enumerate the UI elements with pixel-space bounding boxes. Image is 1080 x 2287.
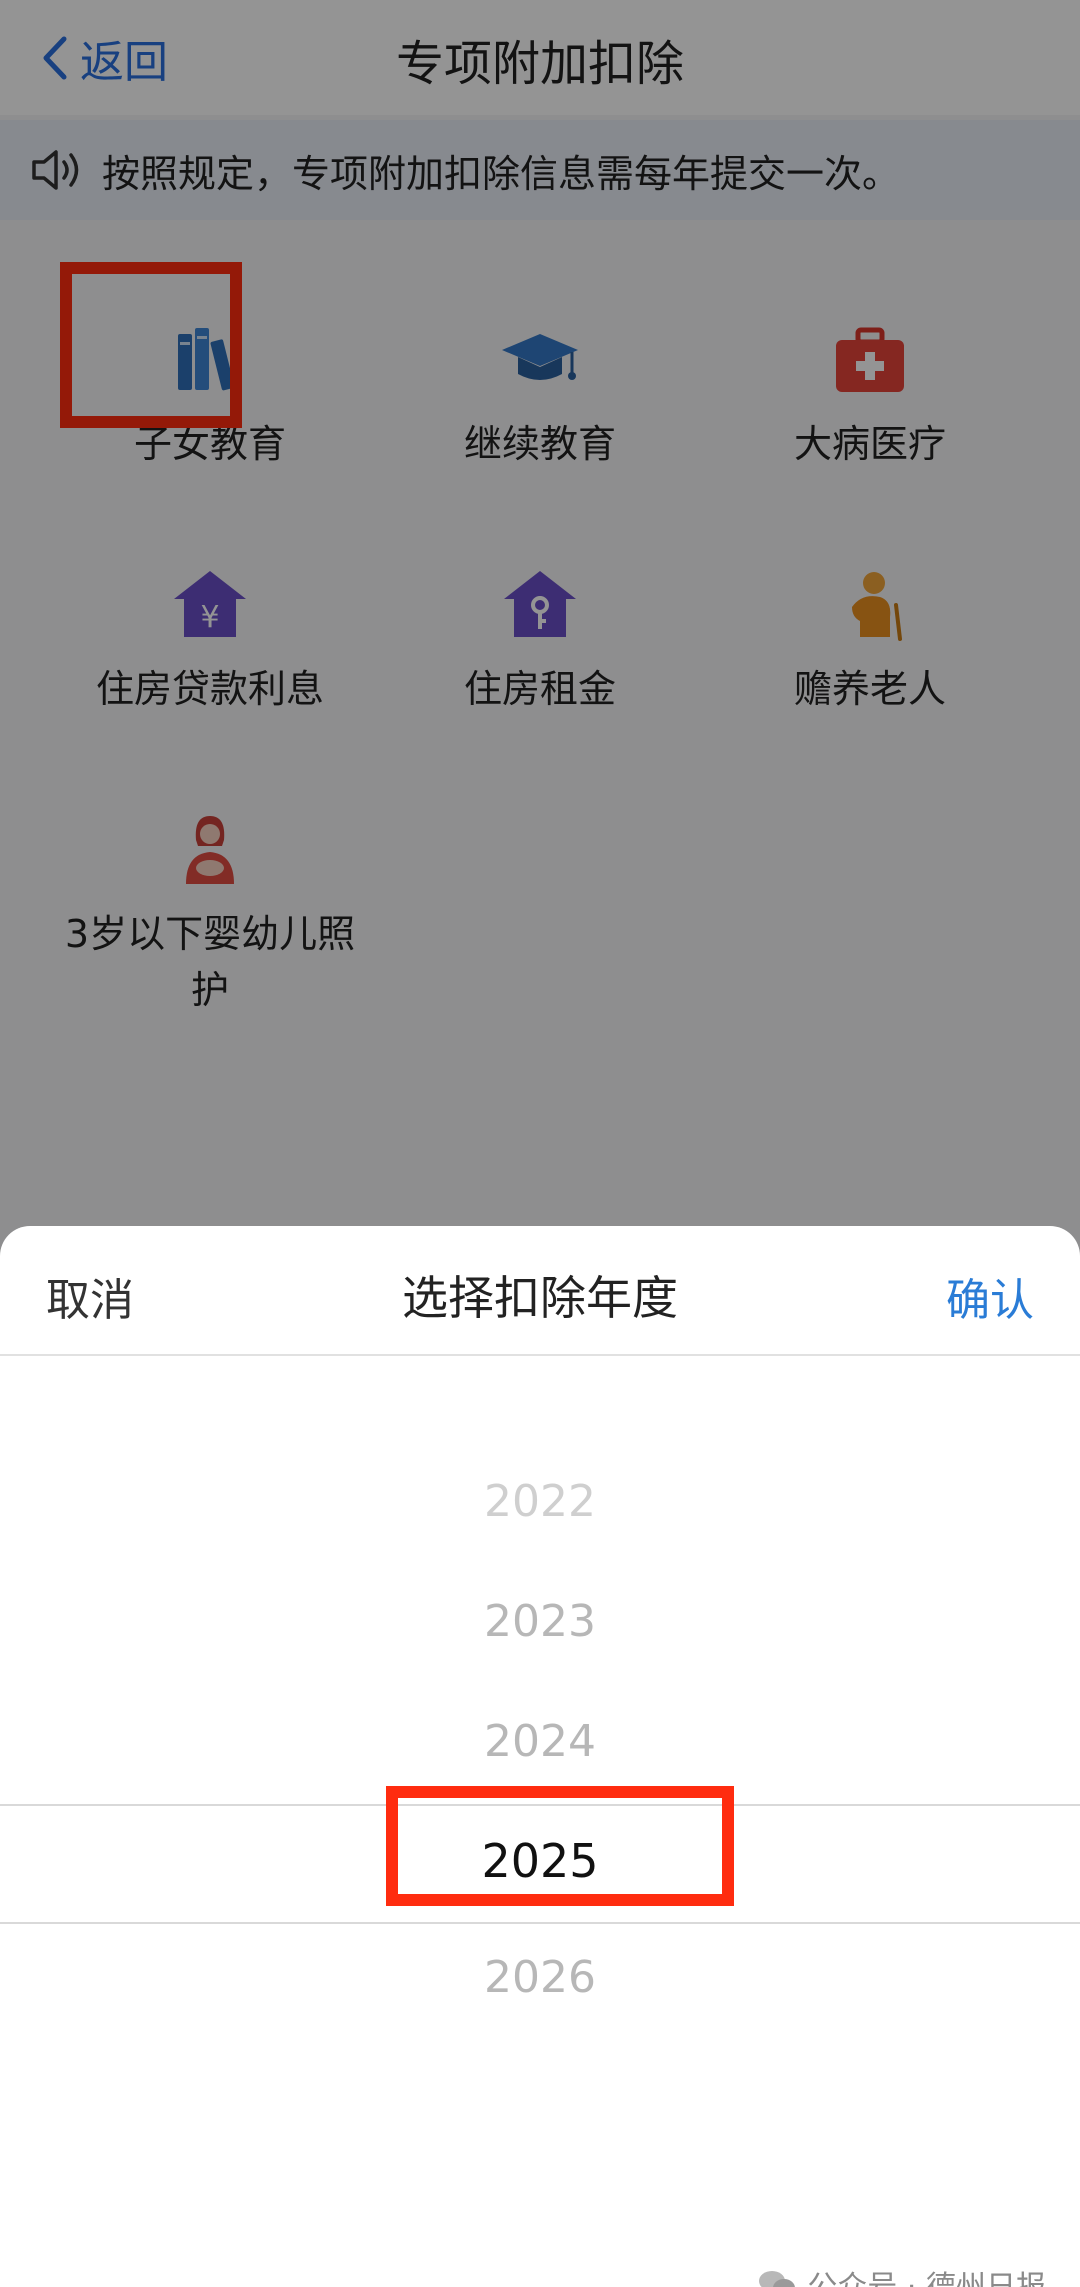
- confirm-button[interactable]: 确认: [946, 1264, 1034, 1328]
- picker-header: 取消 选择扣除年度 确认: [0, 1226, 1080, 1356]
- wechat-icon: [759, 2271, 796, 2287]
- watermark-text: 公众号 · 德州日报: [807, 2262, 1046, 2287]
- year-option[interactable]: 2024: [0, 1716, 1080, 1767]
- watermark: 公众号 · 德州日报: [757, 2262, 1046, 2287]
- year-option[interactable]: 2023: [0, 1596, 1080, 1647]
- year-option[interactable]: 2022: [0, 1476, 1080, 1527]
- selected-year-highlight-box: [386, 1786, 734, 1906]
- selection-bottom-line: [0, 1922, 1080, 1924]
- year-picker-sheet: 取消 选择扣除年度 确认 2022 2023 2024 2025 2026: [0, 1226, 1080, 2287]
- year-option[interactable]: 2026: [0, 1952, 1080, 2003]
- picker-title: 选择扣除年度: [402, 1271, 678, 1325]
